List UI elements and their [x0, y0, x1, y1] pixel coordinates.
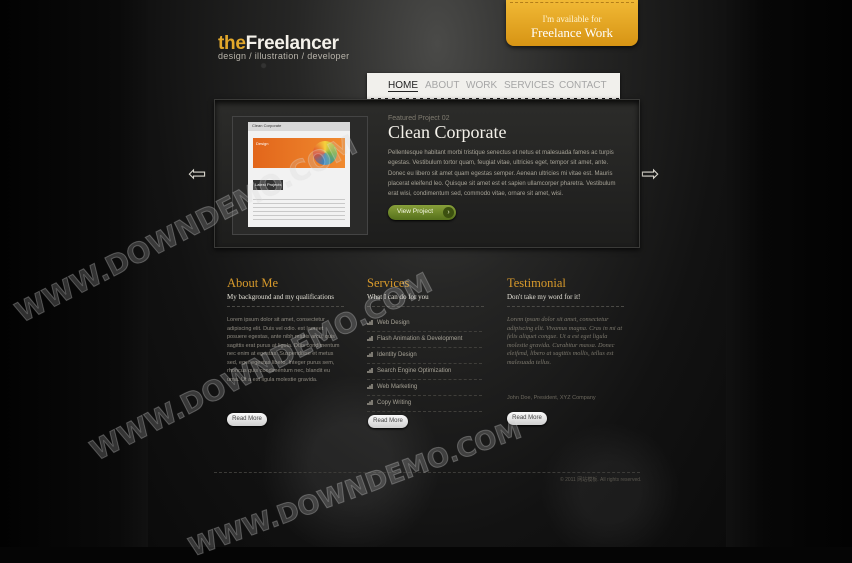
about-title: About Me — [227, 276, 279, 290]
footer-copyright: © 2011 网站模板. All rights reserved. — [560, 477, 642, 483]
testimonial-read-more-button[interactable]: Read More — [507, 412, 547, 425]
services-divider — [367, 306, 484, 307]
service-label: Identity Design — [377, 352, 417, 358]
services-subtitle: What I can do for you — [367, 293, 429, 301]
about-subtitle: My background and my qualifications — [227, 293, 334, 301]
testimonial-title: Testimonial — [507, 276, 566, 290]
thumb-header: Clean Corporate — [252, 123, 282, 128]
bars-icon — [367, 368, 373, 373]
nav-about[interactable]: ABOUT — [425, 80, 459, 91]
service-label: Flash Animation & Development — [377, 336, 463, 342]
prev-arrow-icon[interactable]: ⇦ — [188, 162, 206, 187]
view-project-label: View Project — [397, 208, 434, 215]
about-text: Lorem ipsum dolor sit amet, consectetur … — [227, 317, 340, 383]
thumb-hero-label: Design — [256, 141, 269, 146]
testimonial-subtitle: Don't take my word for it! — [507, 293, 581, 301]
project-thumbnail[interactable]: Clean Corporate Design Latest Projects — [248, 122, 350, 227]
services-title: Services — [367, 276, 410, 290]
chevron-right-icon: › — [443, 207, 454, 218]
bars-icon — [367, 352, 373, 357]
list-item[interactable]: Identity Design — [367, 348, 482, 364]
service-label: Web Marketing — [377, 384, 418, 390]
services-list: Web Design Flash Animation & Development… — [367, 316, 482, 412]
services-read-more-button[interactable]: Read More — [368, 415, 408, 428]
view-project-button[interactable]: View Project › — [388, 205, 456, 220]
ribbon-line1: I'm available for — [542, 14, 602, 24]
thumb-box-label: Latest Projects — [255, 182, 282, 187]
list-item[interactable]: Search Engine Optimization — [367, 364, 482, 380]
ribbon-line2: Freelance Work — [530, 25, 614, 40]
service-label: Search Engine Optimization — [377, 368, 452, 374]
service-label: Copy Writing — [377, 400, 412, 406]
page-edge-right — [726, 0, 852, 547]
next-arrow-icon[interactable]: ⇨ — [641, 162, 659, 187]
testimonial-divider — [507, 306, 624, 307]
testimonial-cite: John Doe, President, XYZ Company — [507, 395, 596, 401]
list-item[interactable]: Flash Animation & Development — [367, 332, 482, 348]
about-read-more-button[interactable]: Read More — [227, 413, 267, 426]
site-tagline: design / illustration / developer — [218, 51, 350, 61]
page-edge-left — [0, 0, 148, 547]
thumb-disc-icon — [313, 141, 337, 165]
bars-icon — [367, 384, 373, 389]
nav-services[interactable]: SERVICES — [504, 80, 554, 91]
thumb-text-lines — [253, 196, 345, 222]
testimonial-quote: Lorem ipsum dolor sit amet, consectetur … — [507, 316, 623, 366]
featured-description: Pellentesque habitant morbi tristique se… — [388, 150, 616, 198]
list-item[interactable]: Web Design — [367, 316, 482, 332]
footer-divider — [214, 472, 640, 473]
service-label: Web Design — [377, 320, 410, 326]
nav-contact[interactable]: CONTACT — [559, 80, 607, 91]
featured-eyebrow: Featured Project 02 — [388, 115, 450, 122]
list-item[interactable]: Web Marketing — [367, 380, 482, 396]
nav-work[interactable]: WORK — [466, 80, 497, 91]
bars-icon — [367, 400, 373, 405]
featured-title: Clean Corporate — [388, 122, 507, 142]
main-nav: HOME ABOUT WORK SERVICES CONTACT — [367, 73, 620, 101]
about-divider — [227, 306, 344, 307]
list-item[interactable]: Copy Writing — [367, 396, 482, 412]
bars-icon — [367, 320, 373, 325]
nav-home[interactable]: HOME — [388, 80, 418, 92]
bars-icon — [367, 336, 373, 341]
availability-ribbon[interactable]: I'm available for Freelance Work — [506, 0, 638, 46]
